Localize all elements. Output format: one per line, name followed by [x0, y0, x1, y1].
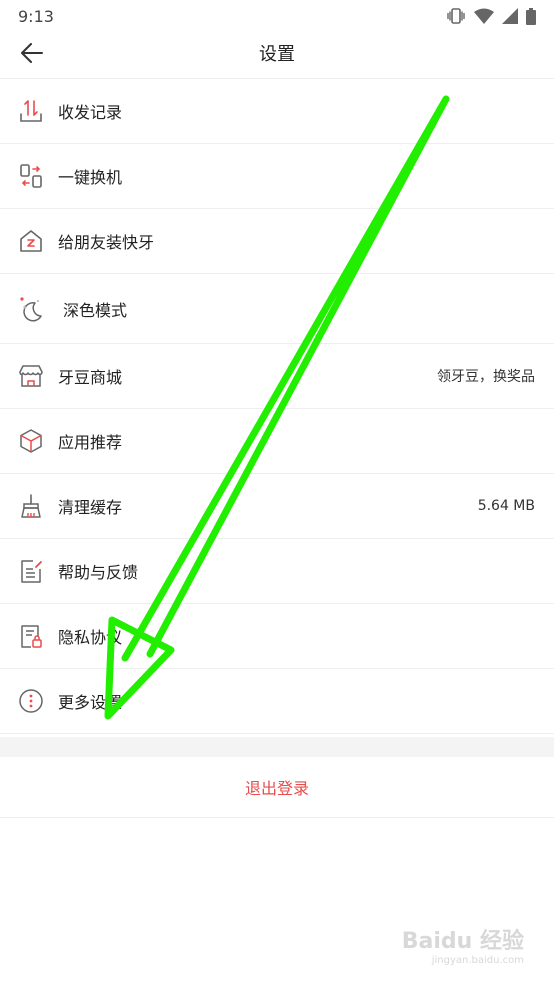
menu-item-more-settings[interactable]: 更多设置 [0, 669, 554, 734]
status-bar: 9:13 [0, 0, 554, 32]
back-button[interactable] [16, 40, 48, 70]
cube-icon [17, 427, 45, 455]
baidu-watermark: Baidu 经验 jingyan.baidu.com [402, 931, 524, 966]
page-title: 设置 [259, 44, 295, 65]
menu-label: 帮助与反馈 [58, 563, 139, 582]
phone-switch-icon [17, 162, 45, 190]
menu-label: 更多设置 [58, 693, 123, 712]
menu-item-privacy-policy[interactable]: 隐私协议 [0, 604, 554, 669]
menu-label: 隐私协议 [58, 628, 123, 647]
menu-label: 深色模式 [63, 300, 128, 320]
menu-label: 一键换机 [58, 168, 123, 187]
menu-label: 给朋友装快牙 [58, 233, 155, 252]
cache-size-value: 5.64 MB [477, 498, 535, 514]
battery-icon [526, 7, 536, 25]
menu-item-phone-switch[interactable]: 一键换机 [0, 144, 554, 209]
menu-label: 收发记录 [58, 103, 123, 122]
more-dots-icon [17, 687, 45, 715]
menu-value: 领牙豆，换奖品 [437, 369, 535, 385]
menu-label: 清理缓存 [58, 498, 123, 517]
wifi-icon [474, 8, 494, 24]
menu-item-share-install[interactable]: 给朋友装快牙 [0, 209, 554, 274]
menu-item-store[interactable]: 牙豆商城 领牙豆，换奖品 [0, 344, 554, 409]
signal-icon [502, 8, 518, 24]
watermark-sub: jingyan.baidu.com [431, 955, 524, 966]
menu-label: 牙豆商城 [58, 368, 123, 387]
transfer-record-icon [17, 97, 45, 125]
privacy-lock-icon [17, 622, 45, 650]
store-icon [17, 362, 45, 390]
feedback-icon [17, 557, 45, 585]
menu-item-transfer-records[interactable]: 收发记录 [0, 79, 554, 144]
menu-label: 应用推荐 [58, 433, 123, 452]
menu-item-clear-cache[interactable]: 清理缓存 5.64 MB [0, 474, 554, 539]
nav-bar: 设置 [0, 32, 554, 79]
vibrate-icon [446, 8, 466, 24]
watermark-text: Baidu 经验 [401, 929, 524, 954]
menu-item-help-feedback[interactable]: 帮助与反馈 [0, 539, 554, 604]
broom-icon [17, 492, 45, 520]
settings-menu-list: 收发记录 一键换机 给朋友装快牙 深色模式 牙豆商城 领牙豆，换奖品 应用推荐 [0, 79, 554, 734]
status-time: 9:13 [18, 6, 54, 26]
menu-item-dark-mode[interactable]: 深色模式 [0, 274, 554, 344]
back-arrow-icon [21, 43, 43, 67]
dark-mode-moon-icon [17, 295, 45, 323]
section-divider [0, 737, 554, 757]
logout-button[interactable]: 退出登录 [0, 757, 554, 818]
status-icons [446, 7, 536, 25]
menu-item-app-recommend[interactable]: 应用推荐 [0, 409, 554, 474]
share-install-icon [17, 227, 45, 255]
